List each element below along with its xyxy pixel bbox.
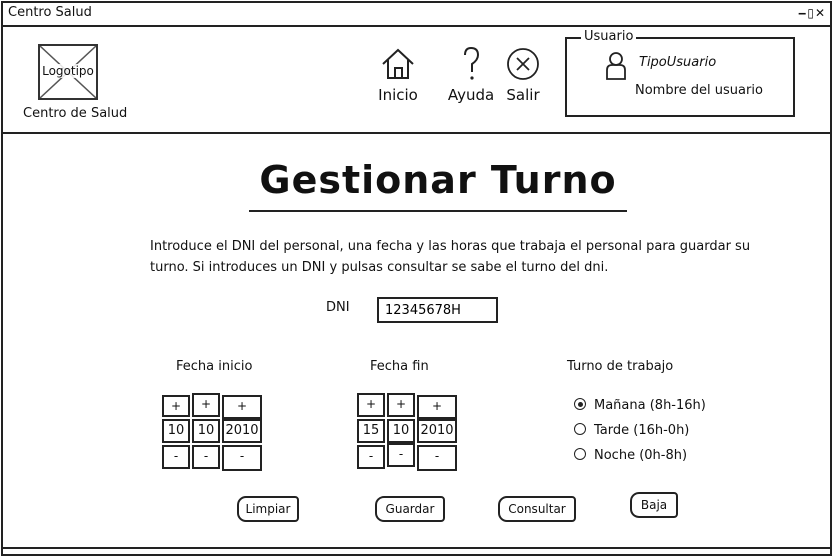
year-value[interactable]: 2010 bbox=[222, 419, 262, 443]
close-circle-icon bbox=[507, 48, 539, 80]
year-decrement-button[interactable]: - bbox=[222, 445, 262, 471]
day-decrement-button[interactable]: - bbox=[357, 445, 385, 469]
turno-option-manana[interactable]: Mañana (8h-16h) bbox=[574, 398, 706, 413]
fecha-fin-label: Fecha fin bbox=[370, 359, 429, 374]
turno-option-label: Mañana (8h-16h) bbox=[594, 398, 706, 413]
help-icon bbox=[464, 46, 480, 80]
year-increment-button[interactable]: + bbox=[417, 395, 457, 419]
dni-label: DNI bbox=[326, 300, 350, 315]
day-value[interactable]: 15 bbox=[357, 419, 385, 443]
day-increment-button[interactable]: + bbox=[162, 395, 190, 417]
month-value[interactable]: 10 bbox=[387, 419, 415, 443]
user-name: Nombre del usuario bbox=[635, 83, 763, 98]
turno-option-label: Noche (0h-8h) bbox=[594, 448, 688, 463]
radio-unchecked-icon bbox=[574, 423, 586, 435]
turno-option-noche[interactable]: Noche (0h-8h) bbox=[574, 448, 687, 463]
year-value[interactable]: 2010 bbox=[417, 419, 457, 443]
instructions-text: Introduce el DNI del personal, una fecha… bbox=[150, 239, 751, 275]
radio-checked-icon bbox=[574, 398, 586, 410]
baja-button[interactable]: Baja bbox=[630, 492, 678, 518]
nav-inicio-button[interactable]: Inicio bbox=[374, 44, 422, 104]
title-underline bbox=[249, 210, 627, 212]
guardar-button[interactable]: Guardar bbox=[375, 496, 445, 522]
turno-option-label: Tarde (16h-0h) bbox=[594, 423, 690, 438]
dni-input[interactable] bbox=[377, 297, 498, 323]
turno-label: Turno de trabajo bbox=[567, 359, 674, 374]
logo-label: Logotipo bbox=[40, 64, 96, 78]
day-increment-button[interactable]: + bbox=[357, 393, 385, 417]
nav-inicio-label: Inicio bbox=[378, 86, 418, 104]
home-icon bbox=[382, 48, 414, 79]
day-decrement-button[interactable]: - bbox=[162, 445, 190, 469]
header-divider bbox=[3, 132, 832, 134]
user-type: TipoUsuario bbox=[639, 55, 717, 70]
user-icon bbox=[606, 52, 626, 80]
window-controls[interactable]: ‒▯✕ bbox=[798, 6, 826, 20]
day-value[interactable]: 10 bbox=[162, 419, 190, 443]
radio-unchecked-icon bbox=[574, 448, 586, 460]
nav-salir-label: Salir bbox=[506, 86, 540, 104]
user-panel-legend: Usuario bbox=[581, 29, 637, 44]
nav-salir-button[interactable]: Salir bbox=[503, 44, 543, 104]
window-title: Centro Salud bbox=[8, 5, 92, 20]
limpiar-button[interactable]: Limpiar bbox=[237, 496, 299, 522]
logo-placeholder: Logotipo bbox=[38, 44, 98, 100]
month-decrement-button[interactable]: - bbox=[192, 445, 220, 469]
year-decrement-button[interactable]: - bbox=[417, 445, 457, 471]
logo-caption: Centro de Salud bbox=[23, 106, 128, 121]
page-title: Gestionar Turno bbox=[259, 158, 617, 202]
consultar-button[interactable]: Consultar bbox=[498, 496, 576, 522]
turno-option-tarde[interactable]: Tarde (16h-0h) bbox=[574, 423, 689, 438]
nav-ayuda-label: Ayuda bbox=[447, 86, 495, 104]
nav-ayuda-button[interactable]: Ayuda bbox=[446, 44, 496, 104]
user-panel: Usuario TipoUsuario Nombre del usuario bbox=[565, 29, 795, 117]
fecha-inicio-label: Fecha inicio bbox=[176, 359, 253, 374]
year-increment-button[interactable]: + bbox=[222, 395, 262, 419]
month-value[interactable]: 10 bbox=[192, 419, 220, 443]
title-bar: Centro Salud ‒▯✕ bbox=[3, 3, 832, 27]
month-decrement-button[interactable]: - bbox=[387, 443, 415, 467]
month-increment-button[interactable]: + bbox=[387, 393, 415, 417]
month-increment-button[interactable]: + bbox=[192, 393, 220, 417]
footer-divider bbox=[3, 547, 832, 549]
